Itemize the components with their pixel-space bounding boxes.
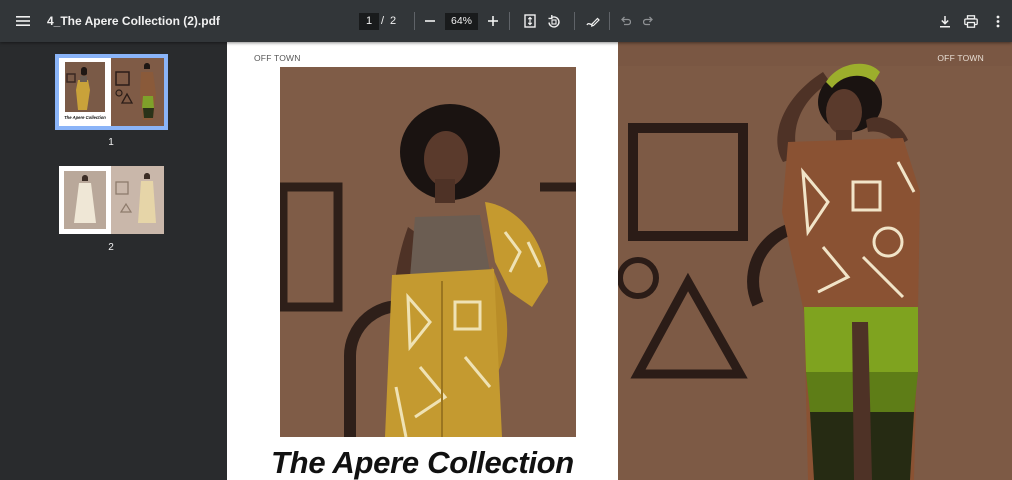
brand-label-left: OFF TOWN — [254, 53, 301, 63]
toolbar-divider — [609, 12, 610, 30]
redo-button[interactable] — [641, 12, 657, 30]
page-thumbnail-2[interactable] — [59, 166, 164, 234]
download-button[interactable] — [936, 12, 954, 30]
document-title: 4_The Apere Collection (2).pdf — [47, 14, 220, 28]
annotate-icon — [585, 17, 600, 27]
toolbar-divider — [574, 12, 575, 30]
undo-icon — [621, 16, 631, 26]
thumbnail-sidebar: The Apere Collection 1 2 — [0, 42, 227, 480]
download-icon — [940, 15, 950, 27]
rotate-icon — [547, 14, 560, 28]
page-separator: / — [381, 15, 385, 27]
rotate-button[interactable] — [544, 12, 562, 30]
more-options-icon — [996, 15, 1000, 27]
fit-to-page-button[interactable] — [521, 12, 539, 30]
thumbnail-caption: The Apere Collection — [64, 115, 106, 120]
total-pages: 2 — [390, 15, 397, 27]
zoom-in-button[interactable] — [485, 12, 501, 30]
print-button[interactable] — [962, 12, 980, 30]
zoom-out-icon — [425, 20, 435, 22]
page-number-input[interactable]: 1 — [359, 13, 379, 30]
zoom-in-icon — [488, 16, 498, 26]
page-thumbnail-1[interactable]: The Apere Collection — [55, 54, 168, 130]
thumbnail-page-number: 1 — [108, 137, 114, 148]
collection-title: The Apere Collection — [271, 445, 574, 480]
thumbnail-page-number: 2 — [108, 242, 114, 253]
pdf-page-1: OFF TOWN The Apere Collection OFF TOWN — [227, 42, 1012, 480]
more-options-button[interactable] — [990, 12, 1006, 30]
model-in-brown-green-dress-image — [618, 42, 1012, 480]
annotate-button[interactable] — [583, 12, 601, 30]
model-in-yellow-outfit-image — [280, 67, 576, 437]
pdf-toolbar: 4_The Apere Collection (2).pdf 1 / 2 64% — [0, 0, 1012, 42]
redo-icon — [643, 16, 653, 26]
model-photo-left — [280, 67, 576, 437]
page-left-panel: OFF TOWN The Apere Collection — [227, 42, 618, 480]
toolbar-divider — [509, 12, 510, 30]
print-icon — [964, 14, 978, 28]
zoom-out-button[interactable] — [422, 12, 438, 30]
brand-label-right: OFF TOWN — [937, 53, 984, 63]
fit-to-page-icon — [524, 14, 536, 28]
hamburger-menu-icon — [16, 16, 30, 26]
toolbar-divider — [414, 12, 415, 30]
menu-button[interactable] — [12, 11, 34, 31]
page-right-panel: OFF TOWN — [618, 42, 1012, 480]
undo-button[interactable] — [617, 12, 633, 30]
zoom-level-input[interactable]: 64% — [445, 13, 478, 30]
pdf-viewer[interactable]: OFF TOWN The Apere Collection OFF TOWN — [227, 42, 1012, 480]
page-1-thumbnail-image: The Apere Collection — [59, 58, 164, 126]
page-2-thumbnail-image — [59, 166, 164, 234]
